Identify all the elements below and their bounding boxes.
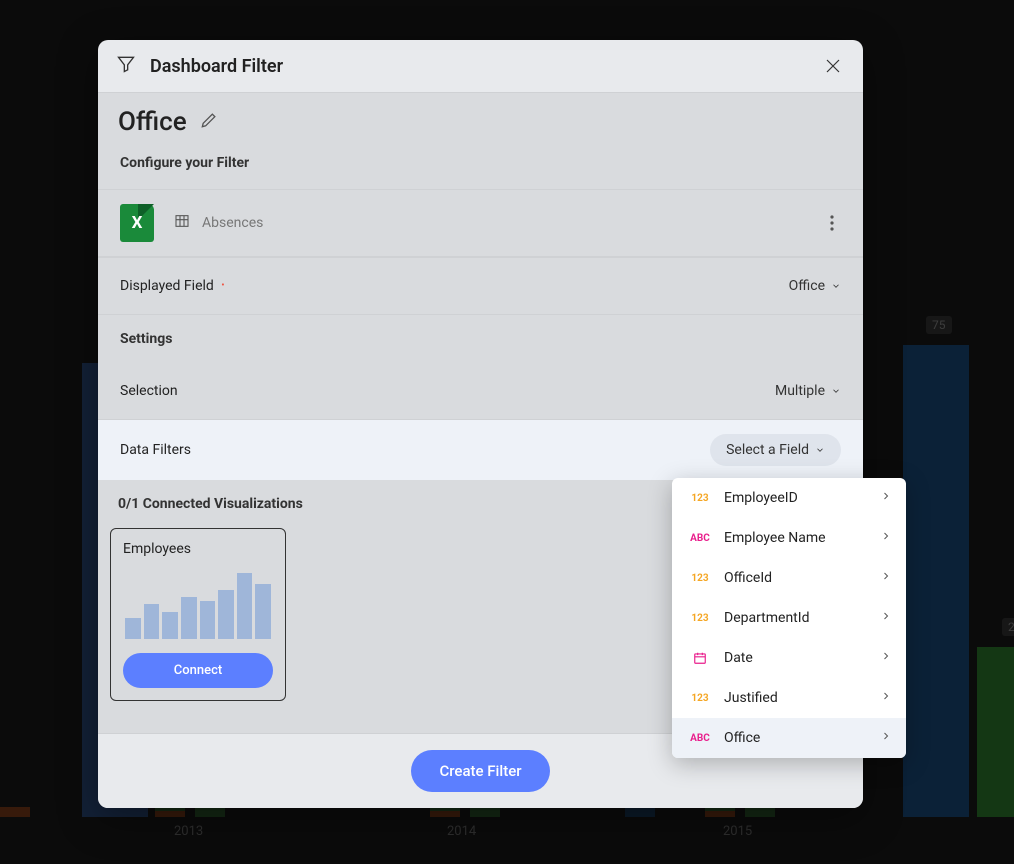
chevron-right-icon: [880, 610, 892, 626]
field-option-justified[interactable]: 123 Justified: [672, 678, 906, 718]
number-type-icon: 123: [686, 493, 714, 504]
displayed-field-row[interactable]: Displayed Field • Office: [98, 257, 863, 315]
data-filters-row: Data Filters Select a Field: [98, 420, 863, 480]
required-indicator: •: [221, 280, 224, 291]
field-option-label: Employee Name: [724, 530, 880, 546]
field-option-label: Office: [724, 730, 880, 746]
field-option-label: DepartmentId: [724, 610, 880, 626]
field-option-label: OfficeId: [724, 570, 880, 586]
close-button[interactable]: [821, 54, 845, 78]
chevron-right-icon: [880, 730, 892, 746]
field-option-label: EmployeeID: [724, 490, 880, 506]
field-select-popover: 123 EmployeeID ABC Employee Name 123 OfficeId…: [672, 478, 906, 758]
chevron-right-icon: [880, 530, 892, 546]
field-option-label: Justified: [724, 690, 880, 706]
displayed-field-label: Displayed Field: [120, 278, 214, 294]
settings-header: Settings: [98, 315, 863, 363]
chevron-right-icon: [880, 490, 892, 506]
selection-label: Selection: [120, 383, 775, 399]
viz-title: Employees: [123, 541, 273, 557]
field-option-date[interactable]: Date: [672, 638, 906, 678]
date-type-icon: [686, 651, 714, 665]
configure-subtitle: Configure your Filter: [98, 141, 863, 189]
filter-name-row: Office: [98, 92, 863, 141]
dialog-header: Dashboard Filter: [98, 40, 863, 92]
field-option-office[interactable]: ABC Office: [672, 718, 906, 758]
chevron-right-icon: [880, 570, 892, 586]
text-type-icon: ABC: [686, 733, 714, 744]
field-option-label: Date: [724, 650, 880, 666]
excel-icon: X: [120, 204, 154, 242]
number-type-icon: 123: [686, 573, 714, 584]
selection-row[interactable]: Selection Multiple: [98, 363, 863, 420]
selection-value[interactable]: Multiple: [775, 383, 841, 399]
field-option-officeid[interactable]: 123 OfficeId: [672, 558, 906, 598]
text-type-icon: ABC: [686, 533, 714, 544]
table-icon: [174, 213, 190, 233]
filter-icon: [116, 54, 136, 78]
field-option-employee-name[interactable]: ABC Employee Name: [672, 518, 906, 558]
create-filter-button[interactable]: Create Filter: [411, 750, 549, 792]
data-filters-label: Data Filters: [120, 442, 710, 458]
select-field-pill[interactable]: Select a Field: [710, 434, 841, 466]
dialog-title: Dashboard Filter: [150, 56, 821, 77]
connect-button[interactable]: Connect: [123, 653, 273, 688]
number-type-icon: 123: [686, 613, 714, 624]
viz-card-employees: Employees Connect: [110, 528, 286, 701]
field-option-departmentid[interactable]: 123 DepartmentId: [672, 598, 906, 638]
displayed-field-value[interactable]: Office: [789, 278, 841, 294]
data-source-row: X Absences: [98, 189, 863, 257]
chevron-right-icon: [880, 650, 892, 666]
source-menu-button[interactable]: [823, 214, 841, 232]
chevron-right-icon: [880, 690, 892, 706]
source-name: Absences: [202, 215, 823, 231]
filter-name: Office: [118, 107, 187, 137]
field-option-employeeid[interactable]: 123 EmployeeID: [672, 478, 906, 518]
viz-thumbnail: [123, 569, 273, 639]
number-type-icon: 123: [686, 693, 714, 704]
edit-name-icon[interactable]: [199, 110, 219, 134]
